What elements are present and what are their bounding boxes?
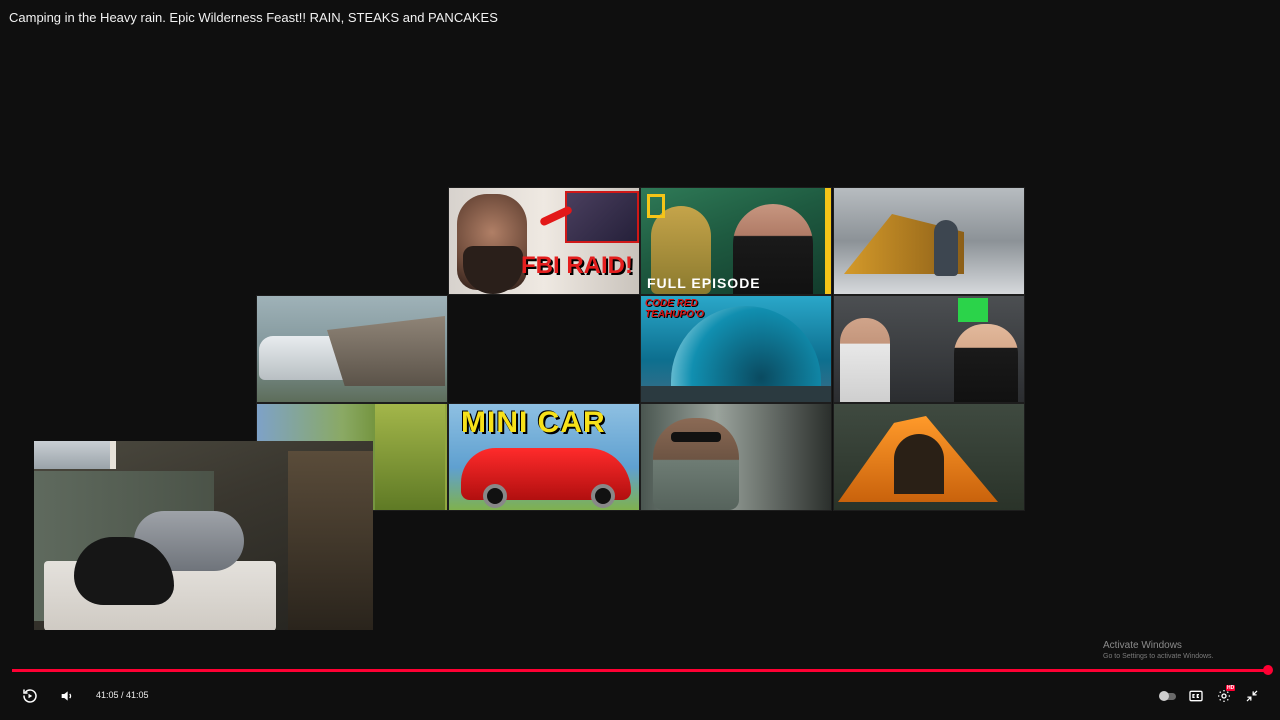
endscreen-thumbnail-gym[interactable] (833, 295, 1025, 403)
endscreen-thumbnail-snake[interactable]: FULL EPISODE (640, 187, 832, 295)
captions-icon (1189, 690, 1203, 702)
time-display: 41:05 / 41:05 (96, 690, 149, 700)
activate-windows-watermark: Activate Windows Go to Settings to activ… (1103, 640, 1214, 660)
scrubber-handle[interactable] (1263, 665, 1273, 675)
autoplay-knob (1159, 690, 1169, 701)
thumbnail-person-left (840, 318, 890, 402)
thumbnail-person (934, 220, 958, 276)
hd-badge: HD (1226, 685, 1236, 691)
endscreen-thumbnail-orange-tent[interactable] (833, 403, 1025, 511)
thumbnail-caption: MINI CAR (461, 406, 606, 439)
thumbnail-crowd (641, 386, 831, 402)
webcam-desk (288, 451, 373, 630)
thumbnail-green-sign (958, 298, 988, 322)
thumbnail-tent-door (894, 434, 944, 494)
replay-icon (23, 689, 37, 703)
watermark-subtitle: Go to Settings to activate Windows. (1103, 653, 1214, 660)
thumbnail-caption: CODE RED TEAHUPO'O (645, 298, 705, 320)
autoplay-toggle-icon (1159, 690, 1176, 701)
webcam-overlay (34, 441, 373, 630)
webcam-window (34, 441, 116, 469)
endscreen-thumbnail-fbi-raid[interactable]: FBI RAID! (448, 187, 640, 295)
thumbnail-inset-photo (565, 191, 639, 243)
progress-bar[interactable] (12, 669, 1268, 672)
volume-icon (61, 691, 72, 701)
captions-button[interactable] (1184, 684, 1208, 708)
wheel-icon (591, 484, 615, 508)
autoplay-toggle[interactable] (1156, 684, 1180, 708)
sunglasses-icon (671, 432, 721, 442)
thumbnail-caption: FULL EPISODE (647, 275, 761, 291)
thumbnail-caption: FBI RAID! (521, 252, 633, 279)
thumbnail-moss-tree (375, 404, 445, 510)
exit-fullscreen-button[interactable] (1240, 684, 1264, 708)
replay-button[interactable] (18, 684, 42, 708)
endscreen-thumbnail-mini-car[interactable]: MINI CAR (448, 403, 640, 511)
watermark-title: Activate Windows (1103, 640, 1182, 651)
thumbnail-tarp (327, 316, 445, 386)
endscreen-thumbnail-driving[interactable] (640, 403, 832, 511)
thumbnail-yellow-border (825, 188, 831, 294)
exit-fullscreen-icon (1246, 690, 1258, 702)
thumbnail-person-right (954, 324, 1018, 402)
settings-button[interactable]: HD (1212, 684, 1236, 708)
endscreen-thumbnail-snow-camp[interactable] (833, 187, 1025, 295)
endscreen-thumbnail-wave[interactable]: CODE RED TEAHUPO'O (640, 295, 832, 403)
nat-geo-logo-icon (647, 194, 665, 218)
wheel-icon (483, 484, 507, 508)
volume-button[interactable] (55, 684, 79, 708)
endscreen-thumbnail-rain-camp[interactable] (256, 295, 448, 403)
